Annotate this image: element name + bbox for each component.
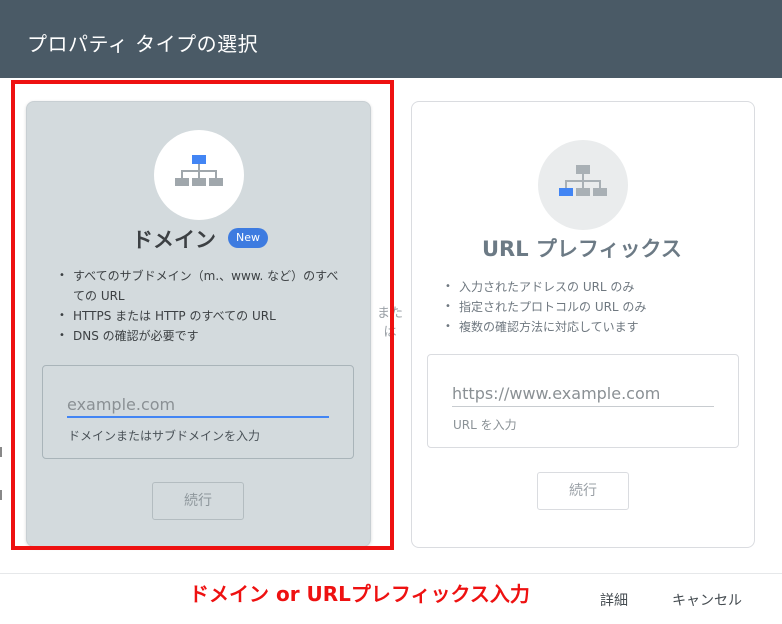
url-input-hint: URL を入力 — [453, 418, 517, 432]
url-prefix-feature-list: 入力されたアドレスの URL のみ 指定されたプロトコルの URL のみ 複数の… — [443, 277, 733, 337]
feature-item: 指定されたプロトコルの URL のみ — [443, 297, 733, 317]
sitemap-icon — [538, 140, 628, 230]
highlight-frame — [11, 80, 394, 550]
cancel-button[interactable]: キャンセル — [672, 590, 742, 610]
url-continue-button[interactable]: 続行 — [537, 472, 629, 510]
dialog-header: プロパティ タイプの選択 — [0, 0, 782, 78]
footer-divider — [0, 573, 782, 574]
url-prefix-card-title: URL プレフィックス — [482, 237, 682, 261]
url-input[interactable] — [452, 381, 714, 407]
dialog-title: プロパティ タイプの選択 — [27, 32, 259, 56]
url-input-container: URL を入力 — [427, 354, 739, 448]
feature-item: 入力されたアドレスの URL のみ — [443, 277, 733, 297]
background-edge-mark — [0, 490, 2, 500]
annotation-text: ドメイン or URLプレフィックス入力 — [189, 582, 530, 606]
details-button[interactable]: 詳細 — [600, 590, 628, 610]
background-edge-mark — [0, 447, 2, 457]
url-prefix-property-card[interactable]: URL プレフィックス 入力されたアドレスの URL のみ 指定されたプロトコル… — [411, 101, 755, 548]
feature-item: 複数の確認方法に対応しています — [443, 317, 733, 337]
